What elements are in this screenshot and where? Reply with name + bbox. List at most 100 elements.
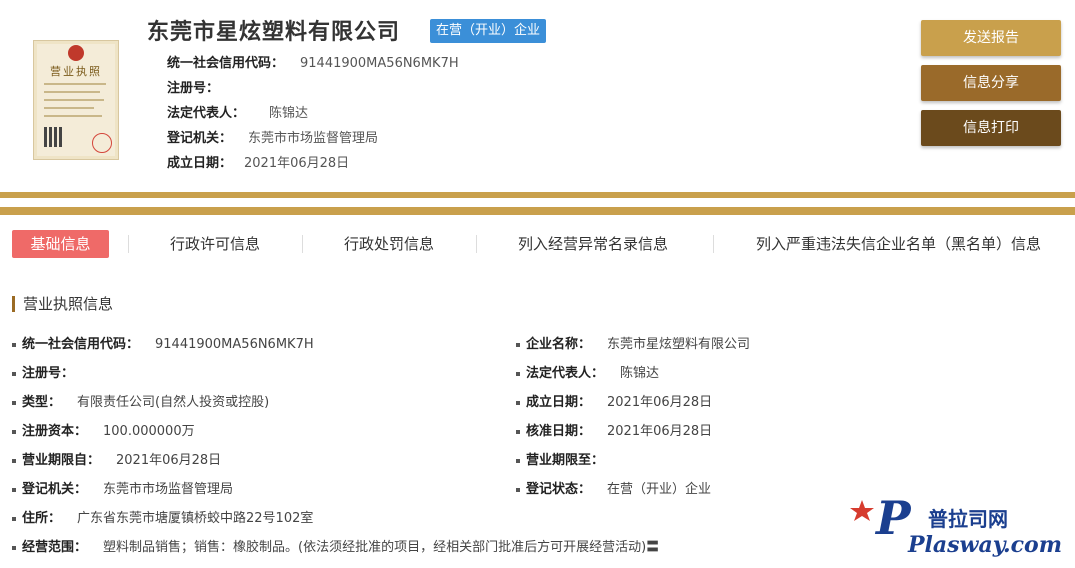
- license-text-line: [44, 115, 102, 117]
- field-label: 统一社会信用代码：: [22, 337, 140, 352]
- tab-separator: [128, 235, 129, 253]
- info-row-established: 成立日期： 2021年06月28日: [516, 391, 712, 410]
- field-value: 100.000000万: [103, 424, 195, 439]
- divider: [0, 192, 1075, 198]
- license-text-line: [44, 107, 94, 109]
- info-row-legal-rep: 法定代表人： 陈锦达: [516, 362, 659, 381]
- field-label: 登记机关：: [22, 482, 88, 497]
- star-icon: [850, 500, 874, 521]
- tab-basic-info[interactable]: 基础信息: [12, 230, 109, 258]
- official-seal-icon: [92, 133, 112, 153]
- info-row-company-name: 企业名称： 东莞市星炫塑料有限公司: [516, 333, 750, 352]
- tab-separator: [302, 235, 303, 253]
- field-value: 塑料制品销售；销售：橡胶制品。(依法须经批准的项目，经相关部门批准后方可开展经营…: [103, 540, 660, 555]
- info-row-address: 住所： 广东省东莞市塘厦镇桥蛟中路22号102室: [12, 507, 313, 526]
- bullet-icon: [516, 458, 520, 463]
- info-row-term-from: 营业期限自： 2021年06月28日: [12, 449, 221, 468]
- tab-separator: [476, 235, 477, 253]
- bullet-icon: [12, 458, 16, 463]
- bullet-icon: [516, 429, 520, 434]
- field-value: 东莞市市场监督管理局: [248, 131, 379, 146]
- field-label: 住所：: [22, 511, 62, 526]
- info-row-capital: 注册资本： 100.000000万: [12, 420, 195, 439]
- bullet-icon: [12, 487, 16, 492]
- license-text-line: [44, 83, 106, 85]
- info-row-business-scope: 经营范围： 塑料制品销售；销售：橡胶制品。(依法须经批准的项目，经相关部门批准后方…: [12, 536, 659, 555]
- info-row-approval-date: 核准日期： 2021年06月28日: [516, 420, 712, 439]
- field-label: 类型：: [22, 395, 62, 410]
- field-value: 有限责任公司(自然人投资或控股): [77, 395, 270, 410]
- field-label: 成立日期：: [526, 395, 592, 410]
- field-label: 注册号：: [22, 366, 75, 381]
- svg-text:P: P: [874, 492, 912, 545]
- bullet-icon: [12, 429, 16, 434]
- bullet-icon: [516, 342, 520, 347]
- field-label: 成立日期：: [167, 156, 233, 171]
- field-label: 登记机关：: [167, 131, 233, 146]
- license-text-line: [44, 99, 104, 101]
- header-field-credit-code: 统一社会信用代码： 91441900MA56N6MK7H: [167, 52, 459, 71]
- tab-separator: [713, 235, 714, 253]
- status-badge: 在营（开业）企业: [430, 19, 547, 43]
- field-value: 陈锦达: [620, 366, 660, 381]
- field-label: 营业期限自：: [22, 453, 101, 468]
- section-title: 营业执照信息: [12, 296, 113, 312]
- field-value: 在营（开业）企业: [607, 482, 712, 497]
- field-value: 2021年06月28日: [607, 395, 713, 410]
- tab-abnormal-list[interactable]: 列入经营异常名录信息: [518, 230, 668, 258]
- field-value: 2021年06月28日: [116, 453, 222, 468]
- divider: [0, 207, 1075, 215]
- info-row-type: 类型： 有限责任公司(自然人投资或控股): [12, 391, 269, 410]
- field-label: 核准日期：: [526, 424, 592, 439]
- business-license-image: 营业执照: [33, 40, 119, 160]
- field-label: 注册号：: [167, 81, 220, 96]
- field-value: 东莞市星炫塑料有限公司: [607, 337, 751, 352]
- field-label: 营业期限至：: [526, 453, 605, 468]
- field-label: 登记状态：: [526, 482, 592, 497]
- field-value: 陈锦达: [269, 106, 309, 121]
- bullet-icon: [516, 400, 520, 405]
- company-name: 东莞市星炫塑料有限公司: [147, 20, 401, 45]
- print-info-button[interactable]: 信息打印: [921, 110, 1061, 146]
- info-row-authority: 登记机关： 东莞市市场监督管理局: [12, 478, 233, 497]
- header-field-legal-rep: 法定代表人： 陈锦达: [167, 102, 308, 121]
- tab-admin-penalty[interactable]: 行政处罚信息: [344, 230, 434, 258]
- info-row-term-to: 营业期限至：: [516, 449, 604, 468]
- header-field-authority: 登记机关： 东莞市市场监督管理局: [167, 127, 378, 146]
- info-row-credit-code: 统一社会信用代码： 91441900MA56N6MK7H: [12, 333, 314, 352]
- bullet-icon: [516, 371, 520, 376]
- plasway-watermark-logo: P 普拉司网 Plasway.com: [850, 492, 1062, 558]
- field-label: 注册资本：: [22, 424, 88, 439]
- field-label: 企业名称：: [526, 337, 592, 352]
- field-value: 91441900MA56N6MK7H: [155, 337, 314, 352]
- field-label: 法定代表人：: [526, 366, 605, 381]
- share-info-button[interactable]: 信息分享: [921, 65, 1061, 101]
- field-value: 东莞市市场监督管理局: [103, 482, 234, 497]
- send-report-button[interactable]: 发送报告: [921, 20, 1061, 56]
- field-value: 2021年06月28日: [244, 156, 350, 171]
- field-value: 广东省东莞市塘厦镇桥蛟中路22号102室: [77, 511, 314, 526]
- info-row-reg-status: 登记状态： 在营（开业）企业: [516, 478, 711, 497]
- bullet-icon: [12, 342, 16, 347]
- bullet-icon: [516, 487, 520, 492]
- license-image-title: 营业执照: [50, 65, 102, 78]
- field-value: 91441900MA56N6MK7H: [300, 56, 459, 71]
- bullet-icon: [12, 371, 16, 376]
- bullet-icon: [12, 545, 16, 550]
- tab-blacklist[interactable]: 列入严重违法失信企业名单（黑名单）信息: [756, 230, 1041, 258]
- bullet-icon: [12, 400, 16, 405]
- watermark-cn: 普拉司网: [928, 507, 1008, 531]
- field-label: 经营范围：: [22, 540, 88, 555]
- national-emblem-icon: [68, 45, 84, 61]
- bullet-icon: [12, 516, 16, 521]
- info-row-reg-no: 注册号：: [12, 362, 74, 381]
- watermark-en: Plasway.com: [907, 532, 1062, 558]
- tab-admin-license[interactable]: 行政许可信息: [170, 230, 260, 258]
- header-field-reg-no: 注册号：: [167, 77, 243, 96]
- field-value: 2021年06月28日: [607, 424, 713, 439]
- license-text-line: [44, 91, 100, 93]
- field-label: 法定代表人：: [167, 106, 246, 121]
- qr-code-icon: [44, 127, 64, 147]
- field-label: 统一社会信用代码：: [167, 56, 285, 71]
- header-field-established: 成立日期： 2021年06月28日: [167, 152, 349, 171]
